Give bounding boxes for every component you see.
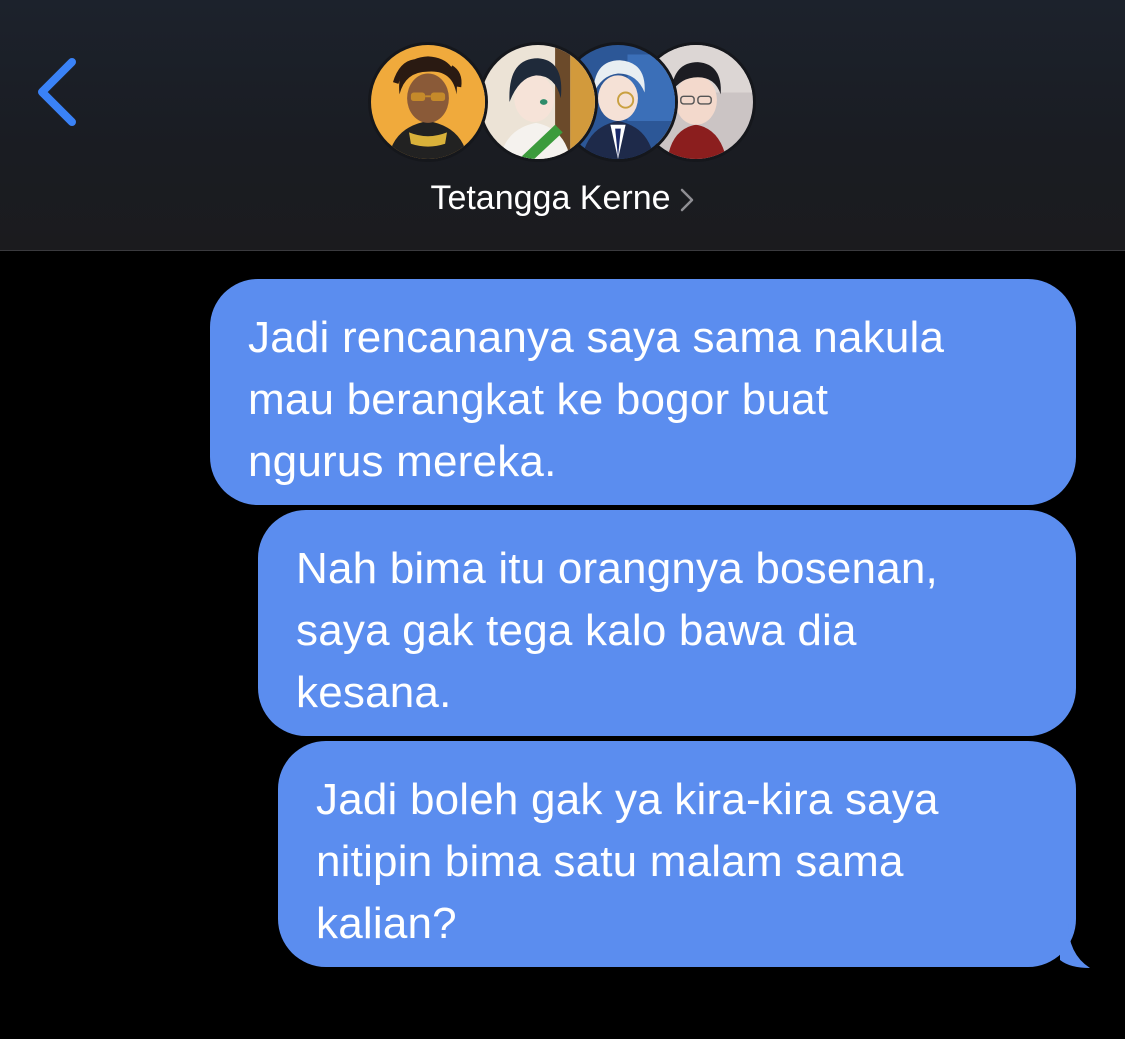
avatar (368, 42, 488, 162)
message-bubble[interactable]: Jadi boleh gak ya kira-kira saya nitipin… (278, 741, 1076, 967)
group-avatars[interactable] (368, 42, 758, 164)
message-list: Jadi rencananya saya sama nakula mau ber… (0, 251, 1125, 1039)
group-name-button[interactable]: Tetangga Kerne (0, 176, 1125, 220)
message-bubble[interactable]: Nah bima itu orangnya bosenan, saya gak … (258, 510, 1076, 736)
avatar (478, 42, 598, 162)
bubble-tail-icon (1060, 922, 1090, 968)
chevron-left-icon (38, 58, 76, 126)
chevron-right-icon (680, 188, 693, 212)
group-name: Tetangga Kerne (430, 179, 671, 217)
message-bubble[interactable]: Jadi rencananya saya sama nakula mau ber… (210, 279, 1076, 505)
conversation-screen: Tetangga Kerne Jadi rencananya saya sama… (0, 0, 1125, 1039)
conversation-header: Tetangga Kerne (0, 0, 1125, 251)
back-button[interactable] (22, 52, 92, 132)
